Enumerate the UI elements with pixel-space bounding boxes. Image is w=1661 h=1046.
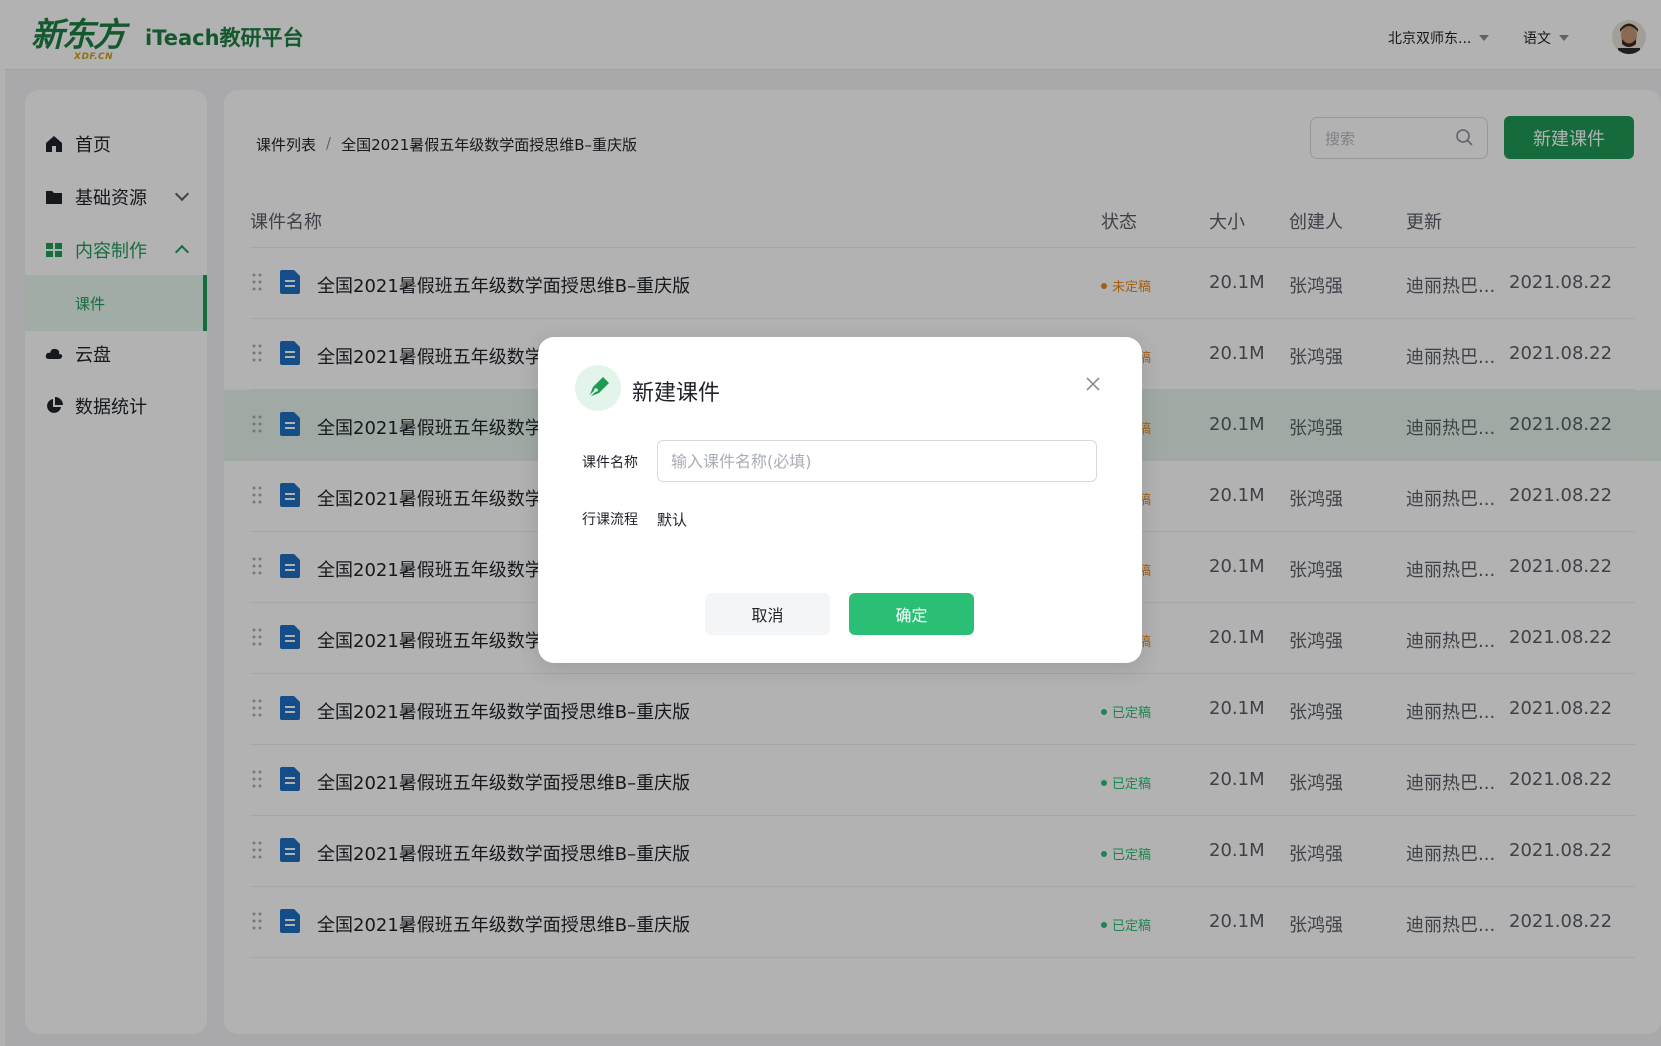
new-courseware-dialog: 新建课件 课件名称 行课流程 默认 取消 确定 bbox=[538, 337, 1142, 663]
close-icon[interactable] bbox=[1085, 376, 1101, 392]
course-flow-value[interactable]: 默认 bbox=[657, 509, 687, 530]
dialog-title: 新建课件 bbox=[632, 381, 721, 406]
confirm-button[interactable]: 确定 bbox=[849, 593, 974, 635]
courseware-name-input[interactable] bbox=[657, 440, 1097, 482]
modal-overlay[interactable]: 新建课件 课件名称 行课流程 默认 取消 确定 bbox=[0, 0, 1661, 1046]
pen-icon bbox=[575, 365, 621, 411]
course-flow-label: 行课流程 bbox=[582, 512, 638, 528]
cancel-button[interactable]: 取消 bbox=[705, 593, 830, 635]
courseware-name-label: 课件名称 bbox=[582, 455, 638, 471]
